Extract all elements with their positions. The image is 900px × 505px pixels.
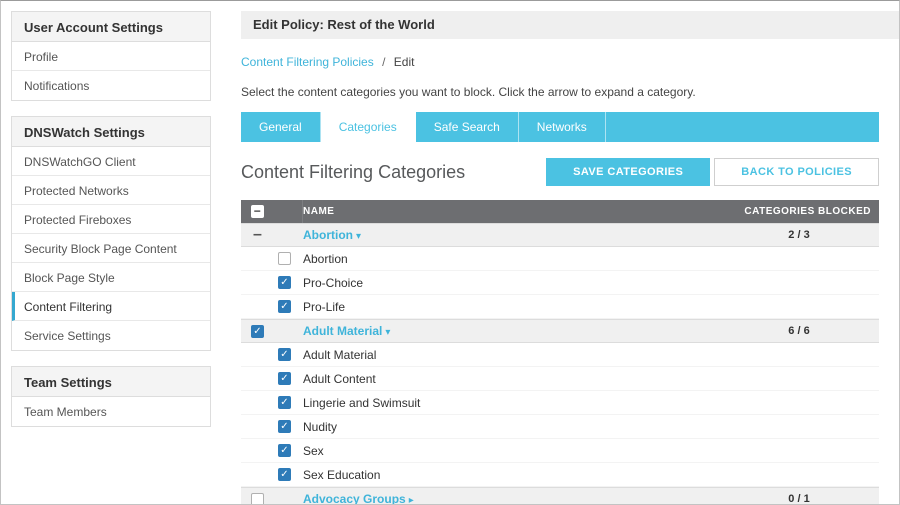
sidebar-section-title: Team Settings [12, 367, 210, 397]
checkbox-cell: ✓ [241, 276, 303, 289]
tab-categories[interactable]: Categories [320, 112, 416, 142]
breadcrumb: Content Filtering Policies / Edit [241, 55, 879, 69]
category-name-cell: Adult Material ▾ [303, 324, 719, 338]
subcategory-label: Sex [303, 443, 324, 458]
subcategory-row-sex: ✓ Sex [241, 439, 879, 463]
back-to-policies-button[interactable]: BACK TO POLICIES [714, 158, 879, 186]
subcategory-row-abortion: Abortion [241, 247, 879, 271]
sex-education-checkbox[interactable]: ✓ [278, 468, 291, 481]
subcategory-label: Pro-Choice [303, 275, 364, 290]
subcategory-label: Lingerie and Swimsuit [303, 395, 421, 410]
subcategory-label: Sex Education [303, 467, 381, 482]
category-row-advocacy-groups: Advocacy Groups ▸ 0 / 1 [241, 487, 879, 505]
subcategory-row-nudity: ✓ Nudity [241, 415, 879, 439]
pro-life-checkbox[interactable]: ✓ [278, 300, 291, 313]
instructions-text: Select the content categories you want t… [241, 85, 696, 99]
subcategory-row-adult-material: ✓ Adult Material [241, 343, 879, 367]
table-header-row: − NAME CATEGORIES BLOCKED [241, 200, 879, 223]
checkbox-cell: ✓ [241, 348, 303, 361]
subcategory-row-pro-life: ✓ Pro-Life [241, 295, 879, 319]
column-header-categories-blocked: CATEGORIES BLOCKED [744, 206, 871, 217]
sidebar-item-notifications[interactable]: Notifications [12, 71, 210, 100]
blocked-count: 6 / 6 [788, 325, 810, 337]
checkbox-cell: ✓ [241, 420, 303, 433]
table-body: – Abortion ▾ 2 / 3 Abortion ✓ Pro-Choice ✓ Pro-L… [241, 223, 879, 505]
tab-bar: General Categories Safe Search Networks [241, 112, 879, 142]
sidebar-item-content-filtering[interactable]: Content Filtering [12, 292, 210, 321]
sidebar-item-profile[interactable]: Profile [12, 42, 210, 71]
lingerie-and-swimsuit-checkbox[interactable]: ✓ [278, 396, 291, 409]
sidebar-item-security-block-page-content[interactable]: Security Block Page Content [12, 234, 210, 263]
page: User Account Settings Profile Notification… [0, 0, 900, 505]
subcategory-label: Nudity [303, 419, 338, 434]
adult-material-checkbox[interactable]: ✓ [278, 348, 291, 361]
checkbox-cell: ✓ [241, 300, 303, 313]
sidebar-item-dnswatchgo-client[interactable]: DNSWatchGO Client [12, 147, 210, 176]
sidebar-item-protected-fireboxes[interactable]: Protected Fireboxes [12, 205, 210, 234]
adult-content-checkbox[interactable]: ✓ [278, 372, 291, 385]
pro-choice-checkbox[interactable]: ✓ [278, 276, 291, 289]
checkbox-cell: ✓ [241, 324, 303, 338]
section-title: Content Filtering Categories [241, 161, 466, 182]
abortion-checkbox[interactable] [278, 252, 291, 265]
abortion-checkbox[interactable]: – [251, 229, 264, 242]
subcategory-label: Abortion [303, 251, 348, 266]
subcategory-label: Adult Material [303, 347, 377, 362]
sidebar-item-team-members[interactable]: Team Members [12, 397, 210, 426]
nudity-checkbox[interactable]: ✓ [278, 420, 291, 433]
sidebar-item-service-settings[interactable]: Service Settings [12, 321, 210, 350]
subcategory-row-lingerie-and-swimsuit: ✓ Lingerie and Swimsuit [241, 391, 879, 415]
category-link-advocacy-groups[interactable]: Advocacy Groups ▸ [303, 492, 414, 505]
breadcrumb-link[interactable]: Content Filtering Policies [241, 55, 374, 69]
section-header: Content Filtering Categories SAVE CATEGO… [241, 158, 879, 186]
sidebar-section-dnswatch-settings: DNSWatch Settings DNSWatchGO Client Protec… [11, 116, 211, 351]
category-link-abortion[interactable]: Abortion ▾ [303, 228, 361, 242]
tab-networks[interactable]: Networks [519, 112, 606, 142]
action-buttons: SAVE CATEGORIES BACK TO POLICIES [546, 158, 879, 186]
checkbox-cell: ✓ [241, 468, 303, 481]
sidebar-section-team-settings: Team Settings Team Members [11, 366, 211, 427]
category-row-abortion: – Abortion ▾ 2 / 3 [241, 223, 879, 247]
category-row-adult-material: ✓ Adult Material ▾ 6 / 6 [241, 319, 879, 343]
blocked-count: 2 / 3 [788, 229, 810, 241]
select-all-checkbox[interactable]: − [251, 205, 264, 218]
subcategory-label: Pro-Life [303, 299, 346, 314]
categories-table: − NAME CATEGORIES BLOCKED – Abortion ▾ 2 / … [241, 200, 879, 505]
page-title: Edit Policy: Rest of the World [241, 11, 899, 39]
tab-general[interactable]: General [241, 112, 321, 142]
subcategory-row-pro-choice: ✓ Pro-Choice [241, 271, 879, 295]
category-name-cell: Advocacy Groups ▸ [303, 492, 719, 505]
checkbox-cell: ✓ [241, 396, 303, 409]
chevron-down-icon: ▾ [385, 327, 391, 338]
chevron-right-icon: ▸ [408, 495, 414, 505]
subcategory-label: Adult Content [303, 371, 376, 386]
checkbox-cell: ✓ [241, 372, 303, 385]
category-link-adult-material[interactable]: Adult Material ▾ [303, 324, 390, 338]
sex-checkbox[interactable]: ✓ [278, 444, 291, 457]
category-name-cell: Abortion ▾ [303, 228, 719, 242]
adult-material-checkbox[interactable]: ✓ [251, 324, 264, 338]
checkbox-cell [241, 252, 303, 265]
chevron-down-icon: ▾ [356, 231, 362, 242]
breadcrumb-separator: / [382, 55, 386, 69]
checkbox-cell [241, 492, 303, 504]
main-content: Edit Policy: Rest of the World Content F… [221, 1, 899, 504]
select-all-cell: − [241, 200, 303, 223]
sidebar-item-protected-networks[interactable]: Protected Networks [12, 176, 210, 205]
sidebar: User Account Settings Profile Notification… [1, 1, 221, 504]
checkbox-cell: – [241, 229, 303, 242]
save-categories-button[interactable]: SAVE CATEGORIES [546, 158, 711, 186]
column-header-name: NAME [303, 206, 335, 217]
subcategory-row-adult-content: ✓ Adult Content [241, 367, 879, 391]
sidebar-section-title: DNSWatch Settings [12, 117, 210, 147]
sidebar-section-title: User Account Settings [12, 12, 210, 42]
tab-safe-search[interactable]: Safe Search [416, 112, 519, 142]
sidebar-section-user-account-settings: User Account Settings Profile Notification… [11, 11, 211, 101]
advocacy-groups-checkbox[interactable] [251, 492, 264, 504]
sidebar-item-block-page-style[interactable]: Block Page Style [12, 263, 210, 292]
checkbox-cell: ✓ [241, 444, 303, 457]
breadcrumb-current: Edit [393, 55, 415, 69]
subcategory-row-sex-education: ✓ Sex Education [241, 463, 879, 487]
blocked-count: 0 / 1 [788, 493, 810, 505]
